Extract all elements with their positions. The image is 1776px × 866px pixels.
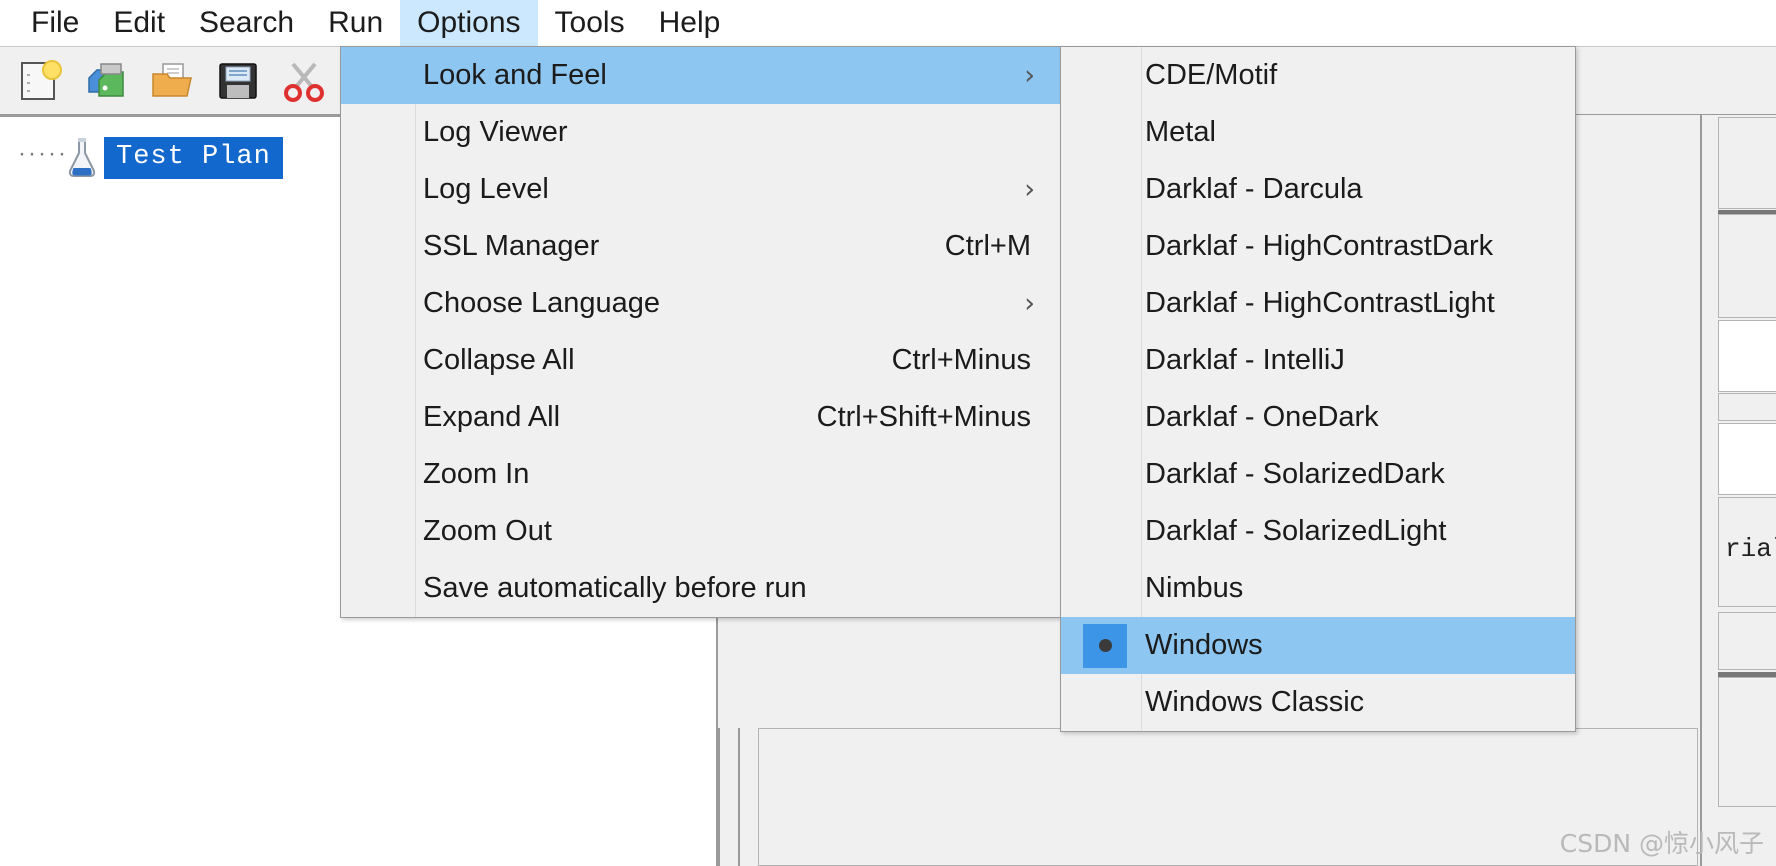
laf-item-darklaf-onedark[interactable]: Darklaf - OneDark — [1061, 389, 1575, 446]
right-panel-left-edge — [1700, 115, 1702, 866]
open-folder-icon[interactable] — [144, 55, 200, 107]
right-panel-input-2[interactable] — [1718, 423, 1776, 495]
laf-item-darklaf-darcula[interactable]: Darklaf - Darcula — [1061, 161, 1575, 218]
menu-item-label: Expand All — [423, 401, 561, 433]
menu-item-label: Zoom Out — [423, 515, 552, 547]
menu-item-ssl-manager[interactable]: SSL Manager Ctrl+M — [341, 218, 1063, 275]
laf-item-cde-motif[interactable]: CDE/Motif — [1061, 47, 1575, 104]
right-panel-input-1[interactable] — [1718, 320, 1776, 392]
look-and-feel-submenu-popup: CDE/Motif Metal Darklaf - Darcula Darkla… — [1060, 46, 1576, 732]
menu-item-label: Darklaf - Darcula — [1145, 173, 1363, 205]
menu-item-log-viewer[interactable]: Log Viewer — [341, 104, 1063, 161]
menu-item-label: Look and Feel — [423, 59, 607, 91]
menu-item-label: Windows — [1145, 629, 1263, 661]
laf-item-metal[interactable]: Metal — [1061, 104, 1575, 161]
menu-item-label: SSL Manager — [423, 230, 600, 262]
menu-item-collapse-all[interactable]: Collapse All Ctrl+Minus — [341, 332, 1063, 389]
menu-item-label: Log Viewer — [423, 116, 568, 148]
cut-scissors-icon[interactable] — [276, 55, 332, 107]
radio-dot-icon — [1098, 639, 1112, 652]
menu-item-label: Metal — [1145, 116, 1216, 148]
menubar-item-file[interactable]: File — [14, 0, 96, 46]
laf-item-darklaf-solarizedlight[interactable]: Darklaf - SolarizedLight — [1061, 503, 1575, 560]
laf-item-darklaf-highcontrastlight[interactable]: Darklaf - HighContrastLight — [1061, 275, 1575, 332]
menu-item-label: Darklaf - HighContrastDark — [1145, 230, 1494, 262]
menu-item-choose-language[interactable]: Choose Language › — [341, 275, 1063, 332]
right-panel-field-4: rial — [1718, 497, 1776, 607]
laf-item-darklaf-solarizeddark[interactable]: Darklaf - SolarizedDark — [1061, 446, 1575, 503]
right-panel-field-5 — [1718, 612, 1776, 670]
menu-item-label: Log Level — [423, 173, 549, 205]
menu-item-label: Save automatically before run — [423, 572, 807, 604]
new-test-plan-icon[interactable] — [12, 55, 68, 107]
laf-item-darklaf-highcontrastdark[interactable]: Darklaf - HighContrastDark — [1061, 218, 1575, 275]
menu-item-accel: Ctrl+Shift+Minus — [816, 401, 1031, 433]
templates-icon[interactable] — [78, 55, 134, 107]
menu-item-label: CDE/Motif — [1145, 59, 1278, 91]
menu-item-look-and-feel[interactable]: Look and Feel › — [341, 47, 1063, 104]
menu-bar: File Edit Search Run Options Tools Help — [0, 0, 1776, 46]
menubar-item-edit[interactable]: Edit — [96, 0, 182, 46]
right-panel-partial-label: rial — [1725, 534, 1776, 564]
center-divider-left — [718, 728, 720, 866]
menu-item-label: Windows Classic — [1145, 686, 1365, 718]
laf-item-nimbus[interactable]: Nimbus — [1061, 560, 1575, 617]
save-floppy-icon[interactable] — [210, 55, 266, 107]
tree-node-label[interactable]: Test Plan — [104, 137, 283, 179]
menubar-item-run[interactable]: Run — [311, 0, 400, 46]
jmeter-window: ····· Test Plan rial File Edit Search Ru… — [0, 0, 1776, 866]
menu-item-label: Darklaf - SolarizedDark — [1145, 458, 1445, 490]
radio-selected-icon — [1083, 623, 1127, 668]
menu-item-log-level[interactable]: Log Level › — [341, 161, 1063, 218]
chevron-right-icon: › — [1024, 60, 1035, 91]
menu-item-label: Darklaf - IntelliJ — [1145, 344, 1345, 376]
menu-item-save-automatically-before-run[interactable]: Save automatically before run — [341, 560, 1063, 617]
menu-item-label: Darklaf - SolarizedLight — [1145, 515, 1447, 547]
menubar-item-options[interactable]: Options — [400, 0, 538, 46]
menu-item-expand-all[interactable]: Expand All Ctrl+Shift+Minus — [341, 389, 1063, 446]
chevron-right-icon: › — [1024, 288, 1035, 319]
tree-connector-icon: ····· — [18, 140, 68, 167]
laf-item-windows[interactable]: Windows — [1061, 617, 1575, 674]
laf-item-darklaf-intellij[interactable]: Darklaf - IntelliJ — [1061, 332, 1575, 389]
right-panel-field-1 — [1718, 117, 1776, 209]
menu-item-label: Darklaf - OneDark — [1145, 401, 1379, 433]
right-panel-field-2 — [1718, 214, 1776, 318]
center-content-panel — [758, 728, 1698, 866]
menu-item-label: Choose Language — [423, 287, 661, 319]
menu-item-accel: Ctrl+M — [944, 230, 1031, 262]
menu-item-accel: Ctrl+Minus — [891, 344, 1031, 376]
test-plan-flask-icon — [60, 136, 104, 180]
laf-item-windows-classic[interactable]: Windows Classic — [1061, 674, 1575, 731]
right-panel-field-3 — [1718, 393, 1776, 421]
menu-item-label: Darklaf - HighContrastLight — [1145, 287, 1495, 319]
menu-item-zoom-in[interactable]: Zoom In — [341, 446, 1063, 503]
csdn-watermark: CSDN @惊小风子 — [1559, 829, 1764, 858]
options-menu-popup: Look and Feel › Log Viewer Log Level › S… — [340, 46, 1064, 618]
chevron-right-icon: › — [1024, 174, 1035, 205]
menu-item-label: Zoom In — [423, 458, 530, 490]
center-divider-right — [738, 728, 740, 866]
menu-item-zoom-out[interactable]: Zoom Out — [341, 503, 1063, 560]
menubar-item-tools[interactable]: Tools — [538, 0, 642, 46]
menu-item-label: Collapse All — [423, 344, 575, 376]
menu-item-label: Nimbus — [1145, 572, 1244, 604]
right-panel-field-6 — [1718, 677, 1776, 807]
menubar-item-help[interactable]: Help — [642, 0, 738, 46]
menubar-item-search[interactable]: Search — [182, 0, 311, 46]
